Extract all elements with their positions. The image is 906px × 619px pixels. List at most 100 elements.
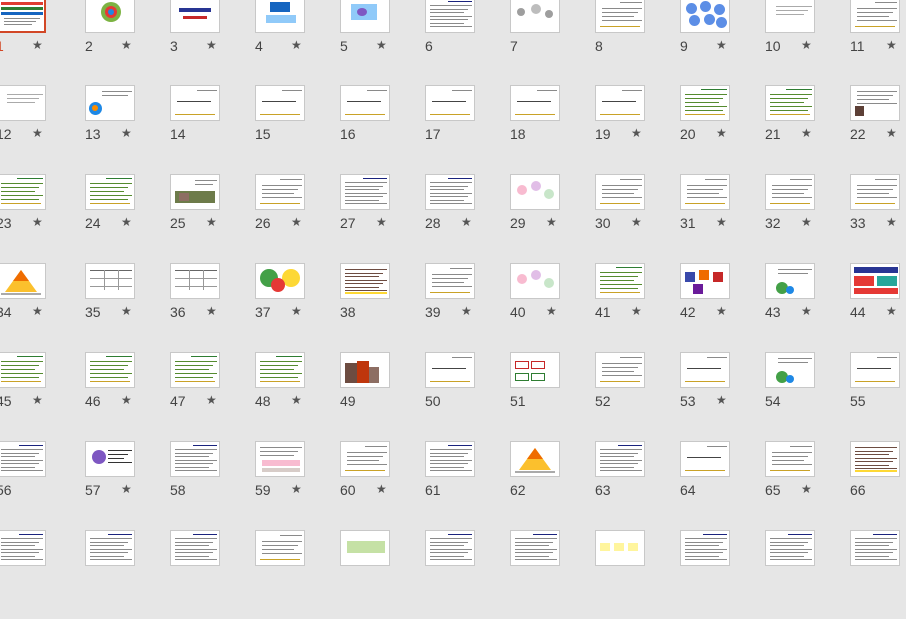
slide-thumbnail-item[interactable] [591,530,676,619]
slide-thumbnail-item[interactable]: 52 [591,352,676,441]
slide-thumbnail[interactable] [850,263,900,299]
animation-star-icon[interactable]: ★ [461,215,472,229]
slide-thumbnail-item[interactable]: 44 ★ [846,263,906,352]
slide-thumbnail-item[interactable]: 43 ★ [761,263,846,352]
slide-thumbnail-item[interactable]: 29 ★ [506,174,591,263]
slide-thumbnail-item[interactable] [81,530,166,619]
slide-thumbnail-item[interactable]: 58 [166,441,251,530]
animation-star-icon[interactable]: ★ [121,126,132,140]
slide-thumbnail-item[interactable]: 33 ★ [846,174,906,263]
slide-thumbnail-item[interactable]: 53 ★ [676,352,761,441]
slide-thumbnail[interactable] [340,530,390,566]
slide-thumbnail[interactable] [850,441,900,477]
slide-thumbnail[interactable] [255,441,305,477]
animation-star-icon[interactable]: ★ [801,304,812,318]
slide-thumbnail[interactable] [510,441,560,477]
slide-thumbnail[interactable] [0,263,46,299]
animation-star-icon[interactable]: ★ [206,304,217,318]
animation-star-icon[interactable]: ★ [886,215,897,229]
slide-thumbnail[interactable] [85,85,135,121]
slide-thumbnail-item[interactable]: 61 [421,441,506,530]
slide-thumbnail[interactable] [340,174,390,210]
animation-star-icon[interactable]: ★ [716,38,727,52]
animation-star-icon[interactable]: ★ [291,393,302,407]
slide-thumbnail[interactable] [595,441,645,477]
slide-thumbnail-item[interactable] [676,530,761,619]
animation-star-icon[interactable]: ★ [291,304,302,318]
slide-thumbnail-item[interactable]: 34 ★ [0,263,81,352]
slide-thumbnail-item[interactable] [0,530,81,619]
animation-star-icon[interactable]: ★ [886,304,897,318]
slide-thumbnail[interactable] [85,530,135,566]
slide-thumbnail[interactable] [510,530,560,566]
slide-thumbnail-item[interactable]: 49 [336,352,421,441]
animation-star-icon[interactable]: ★ [376,215,387,229]
slide-thumbnail[interactable] [0,352,46,388]
animation-star-icon[interactable]: ★ [32,38,43,52]
slide-thumbnail-item[interactable]: 20 ★ [676,85,761,174]
slide-thumbnail[interactable] [425,263,475,299]
animation-star-icon[interactable]: ★ [121,304,132,318]
animation-star-icon[interactable]: ★ [206,393,217,407]
slide-thumbnail[interactable] [680,85,730,121]
slide-thumbnail-item[interactable]: 14 [166,85,251,174]
slide-thumbnail-item[interactable]: 28 ★ [421,174,506,263]
animation-star-icon[interactable]: ★ [801,38,812,52]
animation-star-icon[interactable]: ★ [32,215,43,229]
slide-thumbnail-item[interactable]: 11 ★ [846,0,906,86]
slide-thumbnail[interactable] [170,174,220,210]
slide-thumbnail-item[interactable] [506,530,591,619]
slide-thumbnail[interactable] [510,0,560,33]
slide-thumbnail-item[interactable]: 64 [676,441,761,530]
slide-thumbnail[interactable] [0,530,46,566]
slide-thumbnail[interactable] [425,352,475,388]
slide-thumbnail[interactable] [340,441,390,477]
slide-thumbnail[interactable] [255,85,305,121]
slide-thumbnail-item[interactable]: 46 ★ [81,352,166,441]
animation-star-icon[interactable]: ★ [121,215,132,229]
slide-thumbnail[interactable] [425,85,475,121]
slide-thumbnail-item[interactable]: 35 ★ [81,263,166,352]
animation-star-icon[interactable]: ★ [546,215,557,229]
slide-thumbnail[interactable] [510,174,560,210]
slide-thumbnail-item[interactable]: 48 ★ [251,352,336,441]
slide-thumbnail-item[interactable]: 55 [846,352,906,441]
slide-thumbnail[interactable] [255,263,305,299]
slide-thumbnail[interactable] [765,174,815,210]
slide-thumbnail-item[interactable]: 40 ★ [506,263,591,352]
slide-thumbnail-item[interactable] [761,530,846,619]
animation-star-icon[interactable]: ★ [801,482,812,496]
slide-thumbnail-item[interactable]: 56 [0,441,81,530]
slide-thumbnail-item[interactable]: 17 [421,85,506,174]
slide-thumbnail[interactable] [595,174,645,210]
animation-star-icon[interactable]: ★ [886,126,897,140]
slide-thumbnail-item[interactable]: 45 ★ [0,352,81,441]
slide-thumbnail[interactable] [595,85,645,121]
slide-thumbnail[interactable] [85,0,135,33]
slide-thumbnail-item[interactable]: 18 [506,85,591,174]
slide-thumbnail[interactable] [340,352,390,388]
slide-thumbnail[interactable] [170,263,220,299]
animation-star-icon[interactable]: ★ [206,215,217,229]
animation-star-icon[interactable]: ★ [376,482,387,496]
slide-thumbnail-item[interactable]: 24 ★ [81,174,166,263]
slide-thumbnail[interactable] [425,0,475,33]
slide-thumbnail[interactable] [680,0,730,33]
slide-thumbnail[interactable] [765,530,815,566]
slide-thumbnail[interactable] [0,441,46,477]
slide-thumbnail[interactable] [170,441,220,477]
slide-thumbnail-item[interactable]: 50 [421,352,506,441]
animation-star-icon[interactable]: ★ [121,393,132,407]
slide-thumbnail[interactable] [85,263,135,299]
animation-star-icon[interactable]: ★ [461,304,472,318]
slide-thumbnail-item[interactable]: 30 ★ [591,174,676,263]
slide-thumbnail-item[interactable]: 66 [846,441,906,530]
slide-thumbnail[interactable] [85,441,135,477]
slide-thumbnail[interactable] [680,530,730,566]
slide-thumbnail[interactable] [850,530,900,566]
slide-thumbnail-item[interactable]: 65 ★ [761,441,846,530]
animation-star-icon[interactable]: ★ [32,126,43,140]
slide-thumbnail-item[interactable]: 10 ★ [761,0,846,86]
slide-thumbnail-item[interactable]: 4 ★ [251,0,336,86]
slide-thumbnail[interactable] [595,263,645,299]
